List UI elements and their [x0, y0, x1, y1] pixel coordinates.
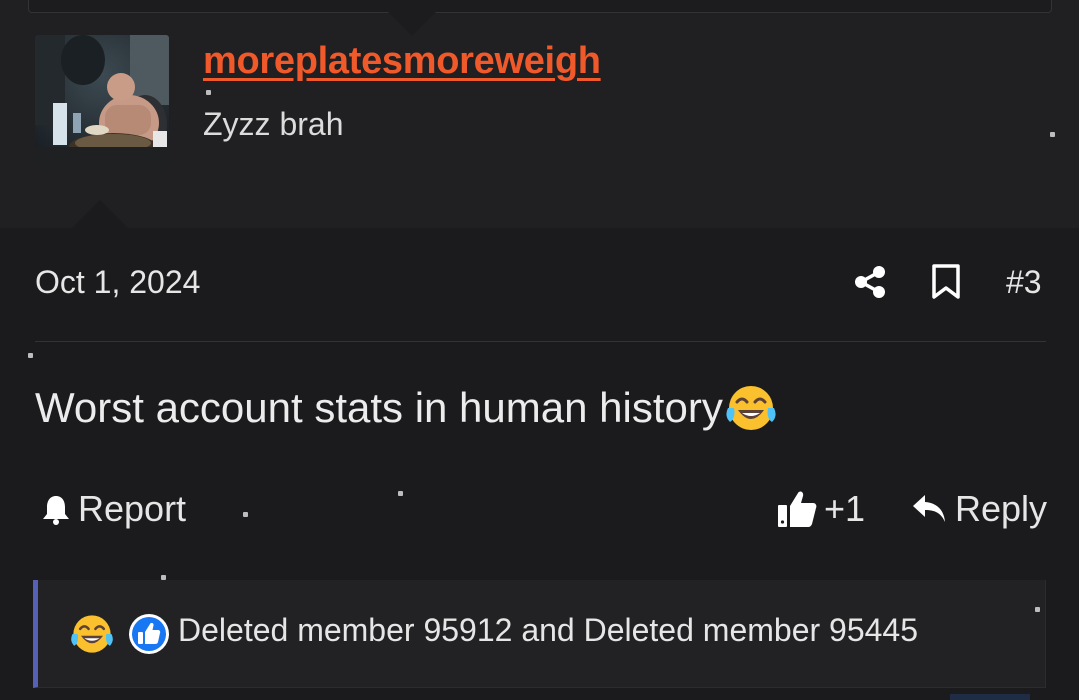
author-username-link[interactable]: moreplatesmoreweigh — [203, 40, 601, 83]
report-label: Report — [78, 488, 187, 529]
speckle — [398, 491, 403, 496]
divider — [35, 341, 1046, 342]
previous-post-notch — [386, 10, 438, 36]
bell-icon — [43, 496, 69, 525]
like-button[interactable]: +1 — [776, 488, 865, 530]
like-count: +1 — [824, 488, 866, 529]
reply-label: Reply — [955, 488, 1048, 529]
post-date[interactable]: Oct 1, 2024 — [35, 264, 200, 301]
author-user-title: Zyzz brah — [203, 106, 344, 142]
thumbs-up-icon — [778, 491, 817, 527]
next-element-edge — [950, 694, 1030, 700]
report-button[interactable]: Report — [40, 488, 186, 530]
speckle — [243, 512, 248, 517]
avatar-image — [35, 35, 169, 169]
speckle — [28, 353, 33, 358]
speckle — [1035, 607, 1040, 612]
avatar[interactable] — [35, 35, 169, 169]
previous-post-edge — [28, 0, 1052, 13]
like-icon — [129, 614, 169, 654]
speckle — [1050, 132, 1055, 137]
reactions-bar[interactable]: Deleted member 95912 and Deleted member … — [33, 580, 1046, 688]
reaction-users-text[interactable]: Deleted member 95912 and Deleted member … — [178, 612, 918, 649]
face-with-tears-of-joy-icon — [726, 386, 776, 430]
reply-arrow-icon — [913, 495, 945, 522]
share-icon[interactable] — [853, 265, 887, 299]
bookmark-icon[interactable] — [931, 264, 961, 300]
reply-button[interactable]: Reply — [911, 488, 1047, 530]
post-number-link[interactable]: #3 — [1006, 264, 1042, 301]
post-notch — [72, 200, 128, 228]
face-with-tears-of-joy-icon — [71, 615, 113, 653]
speckle — [206, 90, 211, 95]
post-body-text: Worst account stats in human history — [35, 384, 723, 431]
post-body: Worst account stats in human history — [35, 382, 777, 434]
speckle — [161, 575, 166, 580]
